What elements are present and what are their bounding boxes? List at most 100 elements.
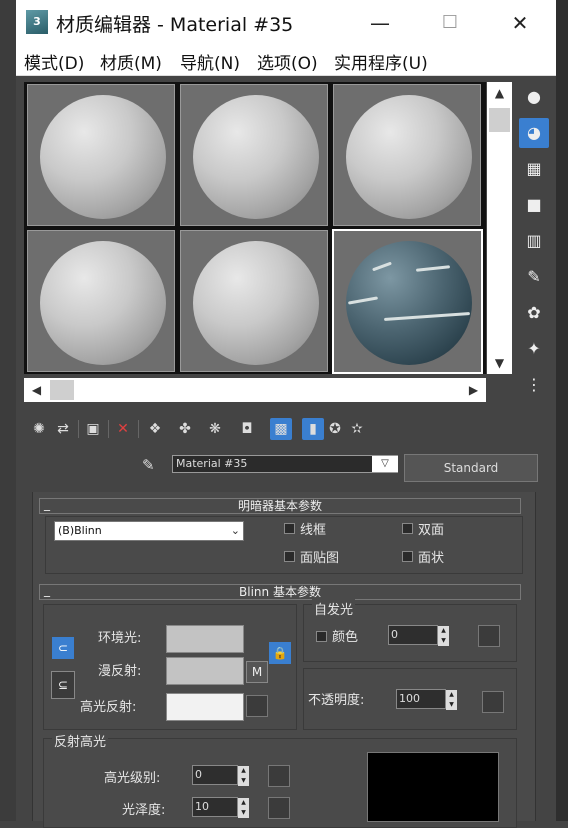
- scroll-thumb[interactable]: [489, 108, 510, 132]
- backlight-icon[interactable]: ◕: [519, 118, 549, 148]
- sample-slot-selected[interactable]: [332, 229, 483, 374]
- go-to-parent-icon[interactable]: ✪: [324, 418, 346, 440]
- material-toolbar: ✺ ⇄ ▣ ✕ ❖ ✤ ❋ ◘ ▩ ▮ ✪ ✫: [24, 414, 524, 444]
- shader-type-dropdown[interactable]: (B)Blinn ⌄: [54, 521, 244, 541]
- diffuse-map-button[interactable]: M: [246, 661, 268, 683]
- close-button[interactable]: ✕: [500, 8, 540, 38]
- show-end-result-icon[interactable]: ▮: [302, 418, 324, 440]
- wire-checkbox[interactable]: [284, 523, 295, 534]
- app-logo-icon: 3: [26, 10, 48, 34]
- select-by-material-icon[interactable]: ✦: [519, 334, 549, 364]
- toolbar-separator: [108, 420, 109, 438]
- scroll-up-button[interactable]: ▲: [487, 82, 512, 104]
- chevron-down-icon: ⌄: [230, 524, 240, 537]
- pick-material-eyedropper-icon[interactable]: ✎: [142, 456, 155, 474]
- self-illumination-title: 自发光: [312, 599, 356, 618]
- self-illumination-map-button[interactable]: [478, 625, 500, 647]
- diffuse-label: 漫反射:: [98, 664, 142, 679]
- sample-slot[interactable]: [180, 84, 328, 226]
- material-sphere: [40, 95, 166, 219]
- horizontal-scrollbar[interactable]: ◀ ▶: [24, 378, 486, 402]
- go-forward-to-sibling-icon[interactable]: ✫: [346, 418, 368, 440]
- get-material-icon[interactable]: ✺: [28, 418, 50, 440]
- self-illumination-group: 自发光 颜色 0 ▲ ▼: [303, 599, 517, 662]
- sample-slot[interactable]: [180, 230, 328, 372]
- specular-highlights-title: 反射高光: [52, 731, 109, 750]
- material-id-channel-icon[interactable]: ◘: [236, 418, 258, 440]
- specular-level-map-button[interactable]: [268, 765, 290, 787]
- show-map-in-viewport-icon[interactable]: ▩: [270, 418, 292, 440]
- collapse-icon: _: [44, 497, 50, 511]
- menu-mode[interactable]: 模式(D): [24, 49, 84, 74]
- sample-slot[interactable]: [333, 84, 481, 226]
- menu-material[interactable]: 材质(M): [100, 49, 162, 74]
- menu-navigation[interactable]: 导航(N): [180, 49, 240, 74]
- background-checker-icon[interactable]: ▦: [519, 154, 549, 184]
- ambient-label: 环境光:: [98, 631, 142, 646]
- collapse-icon: _: [44, 583, 50, 597]
- vertical-scrollbar[interactable]: ▲ ▼: [487, 82, 512, 374]
- specular-color-swatch[interactable]: [166, 693, 244, 721]
- put-to-library-icon[interactable]: ❋: [204, 418, 226, 440]
- sample-type-icon[interactable]: ●: [519, 82, 549, 112]
- self-illumination-color-checkbox[interactable]: [316, 631, 327, 642]
- wire-label: 线框: [300, 523, 327, 538]
- spinner-arrows-icon[interactable]: ▲ ▼: [238, 766, 249, 786]
- texture-stripe: [372, 261, 392, 272]
- ambient-color-swatch[interactable]: [166, 625, 244, 653]
- sample-slot[interactable]: [27, 230, 175, 372]
- menu-options[interactable]: 选项(O): [257, 49, 318, 74]
- make-copy-icon[interactable]: ❖: [144, 418, 166, 440]
- maximize-button[interactable]: ☐: [430, 8, 470, 38]
- glossiness-spinner[interactable]: 10 ▲ ▼: [192, 797, 249, 818]
- shader-basic-rollout-header[interactable]: _ 明暗器基本参数: [39, 497, 521, 514]
- spinner-arrows-icon[interactable]: ▲ ▼: [238, 798, 249, 818]
- opacity-spinner[interactable]: 100 ▲ ▼: [396, 689, 457, 710]
- scroll-right-button[interactable]: ▶: [461, 379, 486, 401]
- side-toolbar: ● ◕ ▦ ■ ▥ ✎ ✿ ✦ ⋮: [516, 82, 552, 402]
- blinn-basic-rollout-header[interactable]: _ Blinn 基本参数: [39, 583, 521, 600]
- diffuse-color-swatch[interactable]: [166, 657, 244, 685]
- spinner-arrows-icon[interactable]: ▲ ▼: [438, 626, 449, 646]
- toolbar-separator: [138, 420, 139, 438]
- scroll-down-button[interactable]: ▼: [487, 352, 512, 374]
- spinner-arrows-icon[interactable]: ▲ ▼: [446, 690, 457, 710]
- menu-utilities[interactable]: 实用程序(U): [334, 49, 428, 74]
- make-unique-icon[interactable]: ✤: [174, 418, 196, 440]
- specular-level-spinner[interactable]: 0 ▲ ▼: [192, 765, 249, 786]
- two-sided-checkbox[interactable]: [402, 523, 413, 534]
- video-color-check-icon[interactable]: ▥: [519, 226, 549, 256]
- opacity-map-button[interactable]: [482, 691, 504, 713]
- self-illumination-spinner[interactable]: 0 ▲ ▼: [388, 625, 449, 646]
- texture-stripe: [415, 265, 451, 272]
- specular-map-button[interactable]: [246, 695, 268, 717]
- lock-ambient-diffuse-icon[interactable]: ⊂: [52, 637, 74, 659]
- assign-to-selection-icon[interactable]: ▣: [82, 418, 104, 440]
- lock-diffuse-specular-icon[interactable]: ⊆: [51, 671, 75, 699]
- face-map-checkbox[interactable]: [284, 551, 295, 562]
- scroll-thumb-horizontal[interactable]: [50, 380, 74, 400]
- glossiness-map-button[interactable]: [268, 797, 290, 819]
- minimize-button[interactable]: —: [360, 8, 400, 38]
- window-title: 材质编辑器 - Material #35: [56, 14, 294, 36]
- reset-material-icon[interactable]: ✕: [112, 418, 134, 440]
- textured-material-sphere: [346, 241, 472, 365]
- faceted-checkbox[interactable]: [402, 551, 413, 562]
- material-type-button[interactable]: Standard: [404, 454, 538, 482]
- material-navigator-icon[interactable]: ⋮: [519, 370, 549, 400]
- title-bar: 3 材质编辑器 - Material #35 — ☐ ✕: [16, 0, 556, 46]
- scroll-left-button[interactable]: ◀: [24, 379, 49, 401]
- material-name-dropdown-icon[interactable]: ▽: [372, 456, 398, 472]
- faceted-label: 面状: [418, 551, 445, 566]
- make-preview-icon[interactable]: ✎: [519, 262, 549, 292]
- material-name-field[interactable]: Material #35: [172, 455, 398, 473]
- lock-icon[interactable]: 🔒: [269, 642, 291, 664]
- sample-uv-tiling-icon[interactable]: ■: [519, 190, 549, 220]
- options-icon[interactable]: ✿: [519, 298, 549, 328]
- two-sided-label: 双面: [418, 523, 445, 538]
- put-to-scene-icon[interactable]: ⇄: [52, 418, 74, 440]
- specular-label: 高光反射:: [80, 700, 137, 715]
- material-sphere: [193, 241, 319, 365]
- sample-slot[interactable]: [27, 84, 175, 226]
- material-name-row: ✎ Material #35 ▽ Standard: [24, 452, 544, 484]
